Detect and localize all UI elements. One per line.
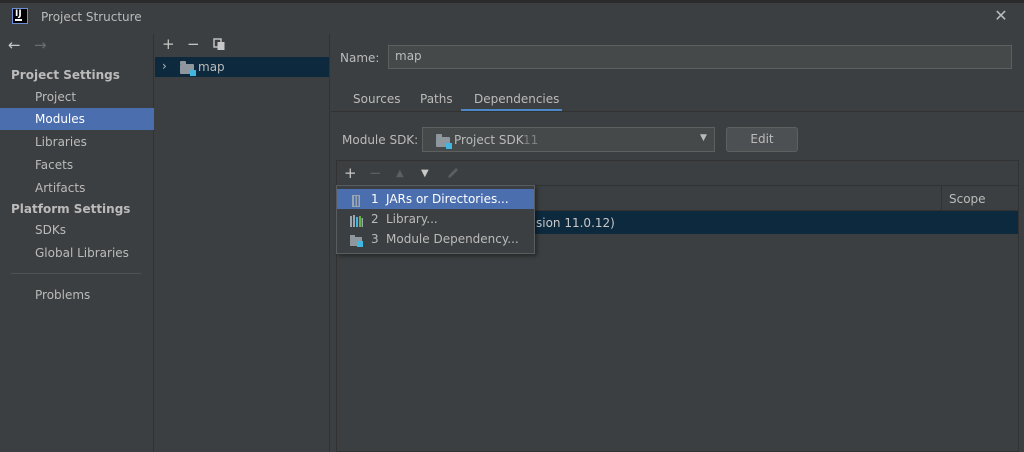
sdk-folder-icon [436, 134, 452, 149]
dependency-row-text: sion 11.0.12) [536, 216, 615, 230]
edit-sdk-button[interactable]: Edit [726, 127, 798, 152]
menu-item-module-dependency[interactable]: 3 Module Dependency... [337, 229, 534, 249]
top-strip [0, 0, 1024, 3]
remove-icon[interactable]: − [187, 36, 200, 52]
sidebar-item-artifacts[interactable]: Artifacts [0, 177, 154, 199]
window-title: Project Structure [41, 10, 142, 24]
module-icon [350, 233, 363, 247]
close-icon[interactable]: ✕ [992, 7, 1010, 25]
library-icon [350, 213, 363, 227]
menu-item-jars-or-directories[interactable]: 1 JARs or Directories... [337, 189, 534, 209]
menu-item-label: Library... [386, 212, 438, 226]
column-separator [941, 186, 942, 210]
menu-item-library[interactable]: 2 Library... [337, 209, 534, 229]
tab-paths[interactable]: Paths [420, 92, 453, 106]
tabs-divider [331, 111, 1024, 112]
module-name-field[interactable]: map [388, 45, 1012, 69]
sidebar-item-libraries[interactable]: Libraries [0, 131, 154, 153]
menu-item-number: 2 [371, 212, 379, 226]
menu-item-number: 1 [371, 192, 379, 206]
sdk-value: Project SDK [454, 133, 524, 147]
dropdown-arrow-icon: ▼ [700, 133, 707, 143]
forward-arrow-icon[interactable]: → [34, 37, 47, 53]
module-folder-icon [180, 61, 196, 76]
menu-item-label: Module Dependency... [386, 232, 519, 246]
move-up-icon[interactable]: ▲ [396, 168, 404, 179]
name-label: Name: [340, 51, 380, 65]
pencil-icon[interactable] [446, 166, 460, 180]
move-down-icon[interactable]: ▼ [421, 168, 429, 179]
sidebar-item-modules[interactable]: Modules [0, 108, 154, 130]
sdk-version: 11 [523, 133, 539, 147]
tab-dependencies[interactable]: Dependencies [474, 92, 559, 106]
intellij-logo-icon: IJ [12, 8, 28, 24]
sidebar-item-sdks[interactable]: SDKs [0, 219, 154, 241]
copy-icon[interactable] [213, 38, 226, 51]
section-header-platform-settings: Platform Settings [11, 202, 131, 216]
menu-item-label: JARs or Directories... [386, 192, 509, 206]
add-dependency-icon[interactable]: + [344, 165, 357, 181]
tree-module-label: map [198, 60, 225, 74]
module-tree-panel [155, 34, 330, 452]
title-bar [0, 0, 1024, 34]
scope-column-header[interactable]: Scope [949, 192, 986, 206]
chevron-right-icon[interactable]: › [162, 59, 167, 73]
menu-item-number: 3 [371, 232, 379, 246]
jar-icon [350, 193, 363, 207]
tab-sources[interactable]: Sources [353, 92, 400, 106]
sidebar-item-problems[interactable]: Problems [0, 284, 154, 306]
add-icon[interactable]: + [162, 36, 175, 52]
sidebar-separator [11, 273, 141, 274]
sidebar-item-facets[interactable]: Facets [0, 154, 154, 176]
back-arrow-icon[interactable]: ← [8, 37, 21, 53]
remove-dependency-icon[interactable]: − [369, 165, 382, 181]
sidebar-item-project[interactable]: Project [0, 86, 154, 108]
sidebar-item-global-libraries[interactable]: Global Libraries [0, 242, 154, 264]
module-sdk-label: Module SDK: [342, 133, 419, 147]
section-header-project-settings: Project Settings [11, 68, 120, 82]
